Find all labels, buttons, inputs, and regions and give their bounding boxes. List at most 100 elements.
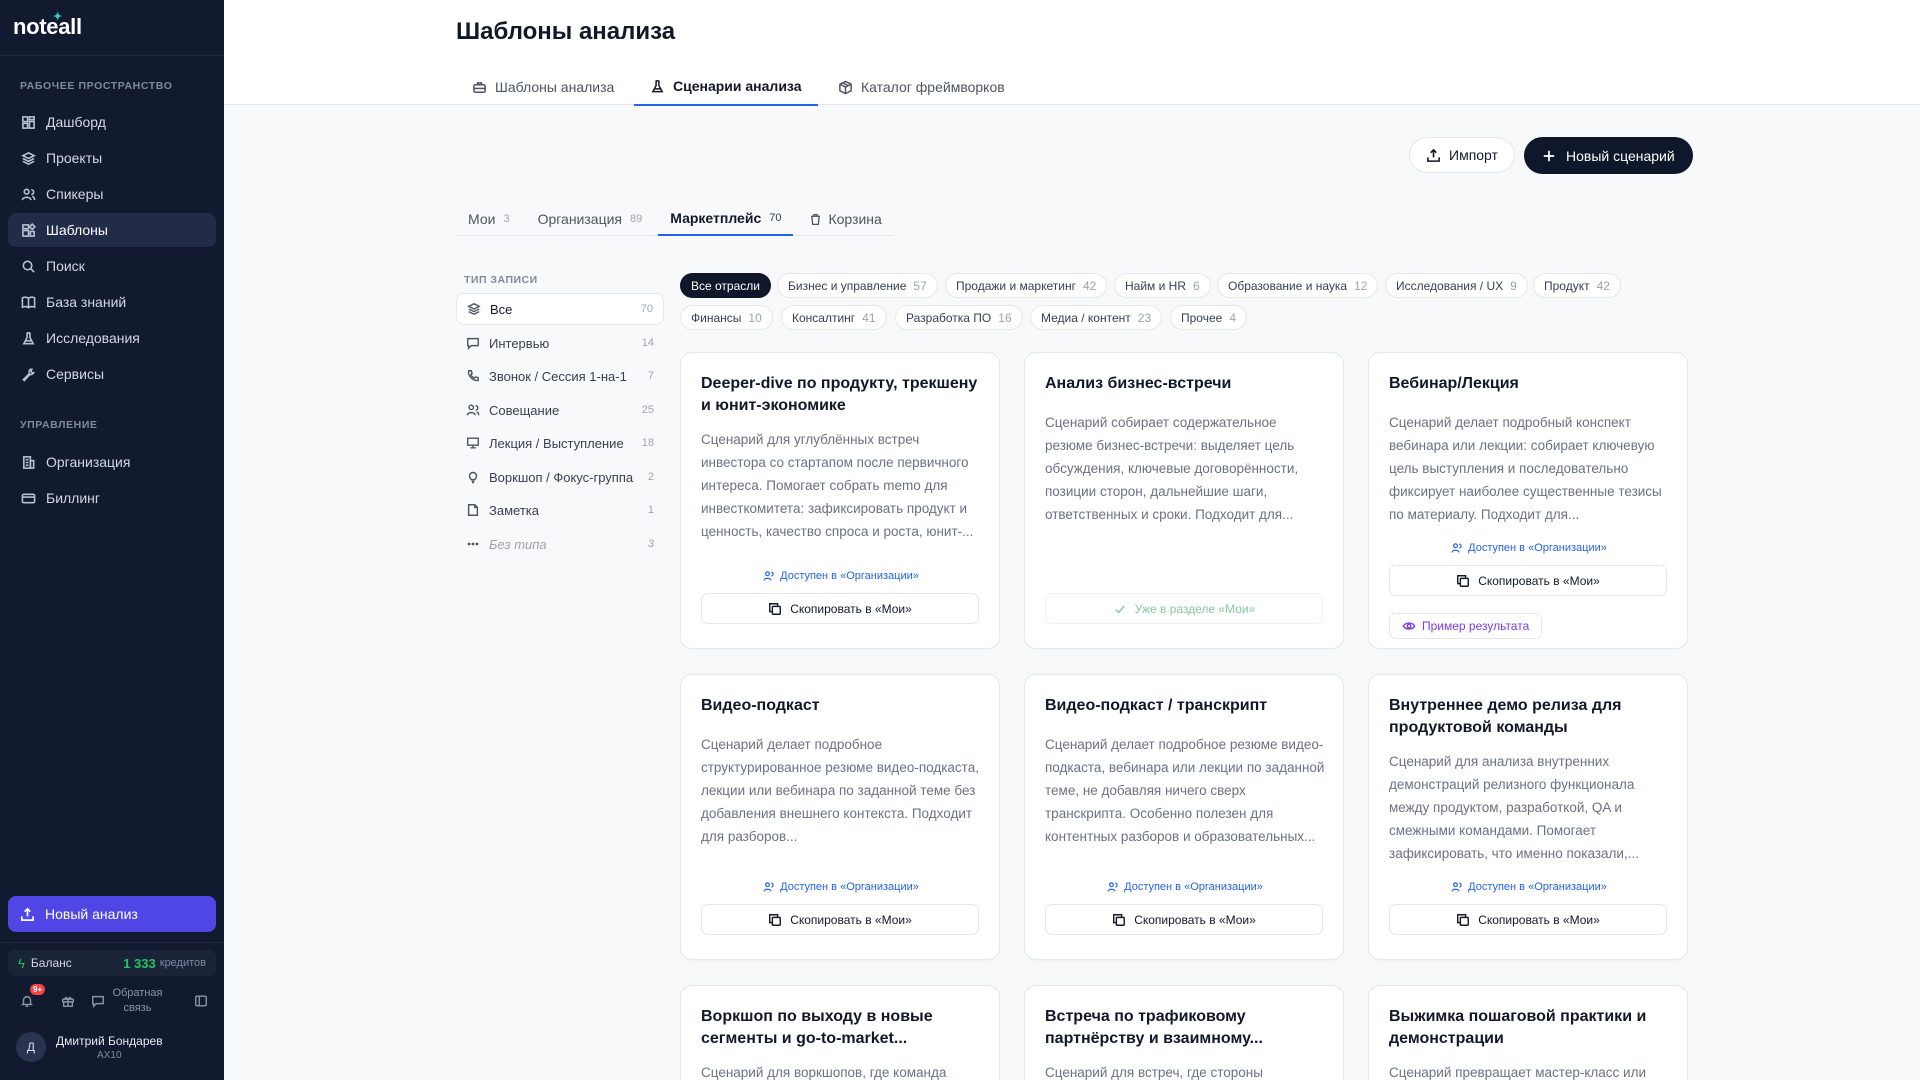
chip-other[interactable]: Прочее 4 <box>1170 305 1247 330</box>
copy-icon <box>1457 574 1470 587</box>
sidebar-item-search[interactable]: Поиск <box>8 249 216 283</box>
sidebar-item-label: Исследования <box>46 330 140 346</box>
card-title: Анализ бизнес-встречи <box>1045 375 1232 392</box>
bolt-icon: ϟ <box>18 955 25 971</box>
sidebar-item-speakers[interactable]: Спикеры <box>8 177 216 211</box>
already-in-mine-button: Уже в разделе «Мои» <box>1045 593 1323 624</box>
bell-icon[interactable]: 9+ <box>18 984 46 1010</box>
copy-to-mine-button[interactable]: Скопировать в «Мои» <box>701 904 979 935</box>
scenario-card[interactable]: Внутреннее демо релиза для продуктовой к… <box>1368 674 1688 960</box>
filter-no-type[interactable]: Без типа 3 <box>456 528 664 560</box>
chip-label: Найм и HR <box>1125 278 1186 293</box>
eye-icon <box>1402 622 1416 630</box>
chip-ux[interactable]: Исследования / UX 9 <box>1385 273 1528 298</box>
import-button[interactable]: Импорт <box>1409 137 1515 173</box>
card-title: Видео-подкаст / транскрипт <box>1045 697 1268 714</box>
gift-icon[interactable] <box>59 992 76 1010</box>
card-access: Доступен в «Организации» <box>1369 542 1689 554</box>
tab-label: Маркетплейс <box>670 210 762 226</box>
book-icon <box>20 294 36 310</box>
chip-consulting[interactable]: Консалтинг 41 <box>781 305 887 330</box>
tab-marketplace[interactable]: Маркетплейс 70 <box>658 202 794 236</box>
copy-to-mine-button[interactable]: Скопировать в «Мои» <box>1389 565 1667 596</box>
feedback-icon[interactable] <box>89 992 106 1010</box>
card-access-label: Доступен в «Организации» <box>1468 542 1607 554</box>
filter-workshop[interactable]: Воркшоп / Фокус-группа 2 <box>456 461 664 493</box>
filter-interview[interactable]: Интервью 14 <box>456 327 664 359</box>
balance-widget[interactable]: ϟ Баланс 1 333 кредитов <box>8 950 216 976</box>
chip-label: Бизнес и управление <box>788 278 907 293</box>
copy-to-mine-button[interactable]: Скопировать в «Мои» <box>1045 904 1323 935</box>
chip-education[interactable]: Образование и наука 12 <box>1217 273 1379 298</box>
balance-amount: 1 333 <box>123 955 156 971</box>
scenario-card[interactable]: Deeper-dive по продукту, трекшену и юнит… <box>680 352 1000 649</box>
feedback-link[interactable]: Обратная связь <box>106 986 168 1016</box>
collapse-sidebar-icon[interactable] <box>193 992 210 1010</box>
chip-hr[interactable]: Найм и HR 6 <box>1114 273 1211 298</box>
copy-icon <box>769 913 782 926</box>
scenario-card[interactable]: Выжимка пошаговой практики и демонстраци… <box>1368 985 1688 1080</box>
app-logo[interactable]: noteall ✦ <box>13 11 82 40</box>
user-profile[interactable]: Д Дмитрий Бондарев AX10 <box>16 1032 163 1062</box>
sidebar-tools: 9+ Обратная связь <box>14 984 210 1018</box>
scenario-card[interactable]: Воркшоп по выходу в новые сегменты и go-… <box>680 985 1000 1080</box>
card-access: Доступен в «Организации» <box>1369 881 1689 893</box>
chip-all-industries[interactable]: Все отрасли <box>680 273 771 298</box>
sidebar-item-dashboard[interactable]: Дашборд <box>8 105 216 139</box>
sidebar-item-projects[interactable]: Проекты <box>8 141 216 175</box>
sidebar: noteall ✦ РАБОЧЕЕ ПРОСТРАНСТВО Дашборд П… <box>0 0 224 1080</box>
copy-to-mine-button[interactable]: Скопировать в «Мои» <box>701 593 979 624</box>
copy-to-mine-button[interactable]: Скопировать в «Мои» <box>1389 904 1667 935</box>
filter-meeting[interactable]: Совещание 25 <box>456 394 664 426</box>
sidebar-item-label: Сервисы <box>46 366 105 382</box>
tab-analysis-scenarios[interactable]: Сценарии анализа <box>634 68 818 106</box>
new-analysis-button[interactable]: Новый анализ <box>8 896 216 932</box>
sidebar-item-billing[interactable]: Биллинг <box>8 481 216 515</box>
chip-label: Продукт <box>1544 278 1590 293</box>
card-description: Сценарий делает подробное резюме видео-п… <box>1045 737 1325 844</box>
chip-media[interactable]: Медиа / контент 23 <box>1030 305 1163 330</box>
tab-framework-catalog[interactable]: Каталог фреймворков <box>822 68 1021 106</box>
chat-icon <box>466 336 480 350</box>
example-result-button[interactable]: Пример результата <box>1389 613 1543 639</box>
presentation-icon <box>466 436 480 450</box>
scenario-card[interactable]: Встреча по трафиковому партнёрству и вза… <box>1024 985 1344 1080</box>
filter-all[interactable]: Все 70 <box>456 293 664 325</box>
filter-note[interactable]: Заметка 1 <box>456 494 664 526</box>
card-title: Воркшоп по выходу в новые сегменты и go-… <box>701 1008 933 1047</box>
tab-label: Сценарии анализа <box>673 78 802 94</box>
source-tabs: Мои 3 Организация 89 Маркетплейс 70 Корз… <box>456 202 894 236</box>
chip-product[interactable]: Продукт 42 <box>1533 273 1621 298</box>
tab-mine[interactable]: Мои 3 <box>456 202 522 236</box>
filter-label: Совещание <box>489 402 560 418</box>
scenario-card[interactable]: Видео-подкаст / транскрипт Сценарий дела… <box>1024 674 1344 960</box>
scenario-card[interactable]: Видео-подкаст Сценарий делает подробное … <box>680 674 1000 960</box>
card-title: Вебинар/Лекция <box>1389 375 1519 392</box>
users-icon <box>1107 882 1118 892</box>
scenario-card[interactable]: Анализ бизнес-встречи Сценарий собирает … <box>1024 352 1344 649</box>
chip-sales[interactable]: Продажи и маркетинг 42 <box>945 273 1108 298</box>
new-scenario-label: Новый сценарий <box>1566 147 1675 164</box>
new-scenario-button[interactable]: Новый сценарий <box>1524 137 1693 174</box>
sidebar-item-organization[interactable]: Организация <box>8 445 216 479</box>
filter-lecture[interactable]: Лекция / Выступление 18 <box>456 427 664 459</box>
sidebar-item-services[interactable]: Сервисы <box>8 357 216 391</box>
chip-count: 41 <box>862 310 876 325</box>
sidebar-divider-bottom <box>0 942 224 943</box>
tab-trash[interactable]: Корзина <box>797 202 893 236</box>
card-title: Видео-подкаст <box>701 697 820 714</box>
filter-label: Без типа <box>489 536 547 552</box>
chip-finance[interactable]: Финансы 10 <box>680 305 773 330</box>
tab-count: 3 <box>503 213 510 225</box>
sidebar-item-knowledge-base[interactable]: База знаний <box>8 285 216 319</box>
scenario-card[interactable]: Вебинар/Лекция Сценарий делает подробный… <box>1368 352 1688 649</box>
notification-badge: 9+ <box>30 984 46 995</box>
tab-analysis-templates[interactable]: Шаблоны анализа <box>456 68 630 106</box>
filter-call[interactable]: Звонок / Сессия 1-на-1 7 <box>456 360 664 392</box>
chip-software[interactable]: Разработка ПО 16 <box>895 305 1023 330</box>
copy-icon <box>1457 913 1470 926</box>
chip-business[interactable]: Бизнес и управление 57 <box>777 273 938 298</box>
sidebar-item-templates[interactable]: Шаблоны <box>8 213 216 247</box>
tab-organization[interactable]: Организация 89 <box>526 202 655 236</box>
sidebar-item-research[interactable]: Исследования <box>8 321 216 355</box>
